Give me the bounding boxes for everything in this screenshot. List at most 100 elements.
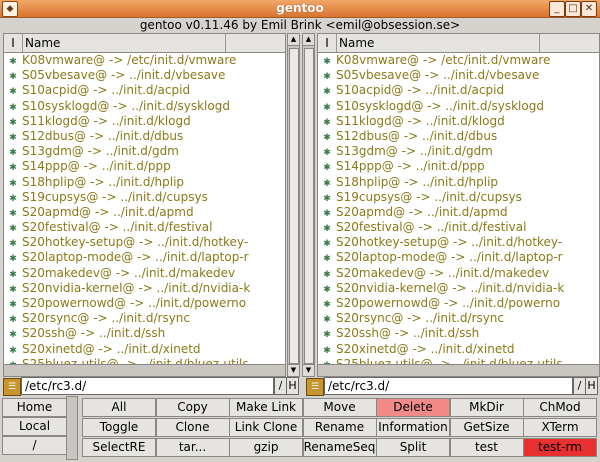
file-row[interactable]: ✱ K08vmware@ -> /etc/init.d/vmware [4,53,285,68]
all-button[interactable]: All [82,398,156,417]
file-row[interactable]: ✱ S20hotkey-setup@ -> ../init.d/hotkey- [318,235,599,250]
information-button[interactable]: Information [376,418,450,437]
title-bar: ◆ gentoo _ □ ✕ [0,0,600,18]
right-file-list[interactable]: ✱ K08vmware@ -> /etc/init.d/vmware ✱ S05vbe… [318,53,599,376]
left-scroll-thumb[interactable] [289,48,299,364]
rename-button[interactable]: Rename [302,418,377,437]
file-row[interactable]: ✱ S20xinetd@ -> ../init.d/xinetd [4,342,285,357]
file-link-icon: ✱ [9,148,17,159]
file-row[interactable]: ✱ S05vbesave@ -> ../init.d/vbesave [318,68,599,83]
file-row[interactable]: ✱ S20festival@ -> ../init.d/festival [318,220,599,235]
file-row[interactable]: ✱ S20rsync@ -> ../init.d/rsync [318,311,599,326]
file-name: S12dbus@ -> ../init.d/dbus [336,128,498,143]
copy-button[interactable]: Copy [155,398,230,417]
left-vscroll[interactable]: ▲ ▼ [287,33,300,377]
file-row[interactable]: ✱ S19cupsys@ -> ../init.d/cupsys [4,190,285,205]
left-file-list[interactable]: ✱ K08vmware@ -> /etc/init.d/vmware ✱ S05vbe… [4,53,285,376]
file-row[interactable]: ✱ S10acpid@ -> ../init.d/acpid [318,83,599,98]
file-row[interactable]: ✱ S20apmd@ -> ../init.d/apmd [4,205,285,220]
split-button[interactable]: Split [376,438,450,457]
selectre-button[interactable]: SelectRE [82,438,156,457]
file-row[interactable]: ✱ S20makedev@ -> ../init.d/makedev [4,266,285,281]
file-row[interactable]: ✱ S14ppp@ -> ../init.d/ppp [4,159,285,174]
file-row[interactable]: ✱ K08vmware@ -> /etc/init.d/vmware [318,53,599,68]
file-row[interactable]: ✱ S10sysklogd@ -> ../init.d/sysklogd [318,99,599,114]
file-row[interactable]: ✱ S10sysklogd@ -> ../init.d/sysklogd [4,99,285,114]
file-row[interactable]: ✱ S20ssh@ -> ../init.d/ssh [318,326,599,341]
file-link-icon: ✱ [9,269,17,280]
xterm-button[interactable]: XTerm [523,418,597,437]
col-name-header[interactable]: Name [23,34,226,52]
make-link-button[interactable]: Make Link [229,398,303,417]
file-row[interactable]: ✱ S12dbus@ -> ../init.d/dbus [318,129,599,144]
file-link-icon: ✱ [9,208,17,219]
folder-icon[interactable]: ☰ [3,378,21,396]
file-row[interactable]: ✱ S20laptop-mode@ -> ../init.d/laptop-r [4,250,285,265]
file-row[interactable]: ✱ S13gdm@ -> ../init.d/gdm [318,144,599,159]
file-row[interactable]: ✱ S14ppp@ -> ../init.d/ppp [318,159,599,174]
root-button[interactable]: / [2,436,67,455]
left-hscroll[interactable] [4,364,285,376]
chmod-button[interactable]: ChMod [523,398,597,417]
scroll-up-icon[interactable]: ▲ [288,34,299,46]
right-file-pane[interactable]: I Name ✱ K08vmware@ -> /etc/init.d/vmware… [317,33,600,377]
home-button[interactable]: Home [2,398,67,417]
scroll-up-icon[interactable]: ▲ [303,34,314,46]
move-button[interactable]: Move [302,398,377,417]
divider-scroll-thumb[interactable] [304,48,314,364]
file-row[interactable]: ✱ S20rsync@ -> ../init.d/rsync [4,311,285,326]
link-clone-button[interactable]: Link Clone [229,418,303,437]
divider-vscroll[interactable]: ▲ ▼ [302,33,315,377]
file-row[interactable]: ✱ S10acpid@ -> ../init.d/acpid [4,83,285,98]
file-row[interactable]: ✱ S05vbesave@ -> ../init.d/vbesave [4,68,285,83]
maximize-button[interactable]: □ [565,1,581,17]
file-row[interactable]: ✱ S18hplip@ -> ../init.d/hplip [318,175,599,190]
scroll-down-icon[interactable]: ▼ [288,364,299,376]
left-history-button[interactable]: H [286,377,299,395]
right-history-button[interactable]: H [585,377,598,395]
delete-button[interactable]: Delete [376,398,450,417]
test-button[interactable]: test [449,438,524,457]
minimize-button[interactable]: _ [549,1,565,17]
getsize-button[interactable]: GetSize [449,418,524,437]
right-path-input[interactable]: /etc/rc3.d/ [324,377,573,395]
file-row[interactable]: ✱ S20xinetd@ -> ../init.d/xinetd [318,342,599,357]
clone-button[interactable]: Clone [155,418,230,437]
close-button[interactable]: ✕ [581,1,597,17]
test-rm-button[interactable]: test-rm [523,438,597,457]
renameseq-button[interactable]: RenameSeq [302,438,377,457]
left-file-pane[interactable]: I Name ✱ K08vmware@ -> /etc/init.d/vmware… [3,33,286,377]
nav-scrollbar[interactable] [66,396,78,460]
file-row[interactable]: ✱ S19cupsys@ -> ../init.d/cupsys [318,190,599,205]
file-row[interactable]: ✱ S20nvidia-kernel@ -> ../init.d/nvidia-k [318,281,599,296]
file-row[interactable]: ✱ S20laptop-mode@ -> ../init.d/laptop-r [318,250,599,265]
file-name: S20rsync@ -> ../init.d/rsync [336,311,505,326]
left-path-input[interactable]: /etc/rc3.d/ [21,377,274,395]
file-link-icon: ✱ [323,57,331,67]
file-row[interactable]: ✱ S20hotkey-setup@ -> ../init.d/hotkey- [4,235,285,250]
file-row[interactable]: ✱ S20powernowd@ -> ../init.d/powerno [4,296,285,311]
file-row[interactable]: ✱ S13gdm@ -> ../init.d/gdm [4,144,285,159]
tar-button[interactable]: tar... [155,438,230,457]
local-button[interactable]: Local [2,417,67,436]
mkdir-button[interactable]: MkDir [449,398,524,417]
file-row[interactable]: ✱ S20ssh@ -> ../init.d/ssh [4,326,285,341]
file-row[interactable]: ✱ S20powernowd@ -> ../init.d/powerno [318,296,599,311]
file-row[interactable]: ✱ S18hplip@ -> ../init.d/hplip [4,175,285,190]
file-row[interactable]: ✱ S20apmd@ -> ../init.d/apmd [318,205,599,220]
col-icon-header[interactable]: I [4,34,23,52]
file-row[interactable]: ✱ S20makedev@ -> ../init.d/makedev [318,266,599,281]
gzip-button[interactable]: gzip [229,438,303,457]
toggle-button[interactable]: Toggle [82,418,156,437]
right-hscroll[interactable] [318,364,599,376]
file-row[interactable]: ✱ S11klogd@ -> ../init.d/klogd [318,114,599,129]
file-row[interactable]: ✱ S12dbus@ -> ../init.d/dbus [4,129,285,144]
file-row[interactable]: ✱ S20nvidia-kernel@ -> ../init.d/nvidia-k [4,281,285,296]
col-name-header[interactable]: Name [337,34,540,52]
file-link-icon: ✱ [323,330,331,341]
file-row[interactable]: ✱ S20festival@ -> ../init.d/festival [4,220,285,235]
folder-icon[interactable]: ☰ [306,378,324,396]
file-row[interactable]: ✱ S11klogd@ -> ../init.d/klogd [4,114,285,129]
col-icon-header[interactable]: I [318,34,337,52]
scroll-down-icon[interactable]: ▼ [303,364,314,376]
